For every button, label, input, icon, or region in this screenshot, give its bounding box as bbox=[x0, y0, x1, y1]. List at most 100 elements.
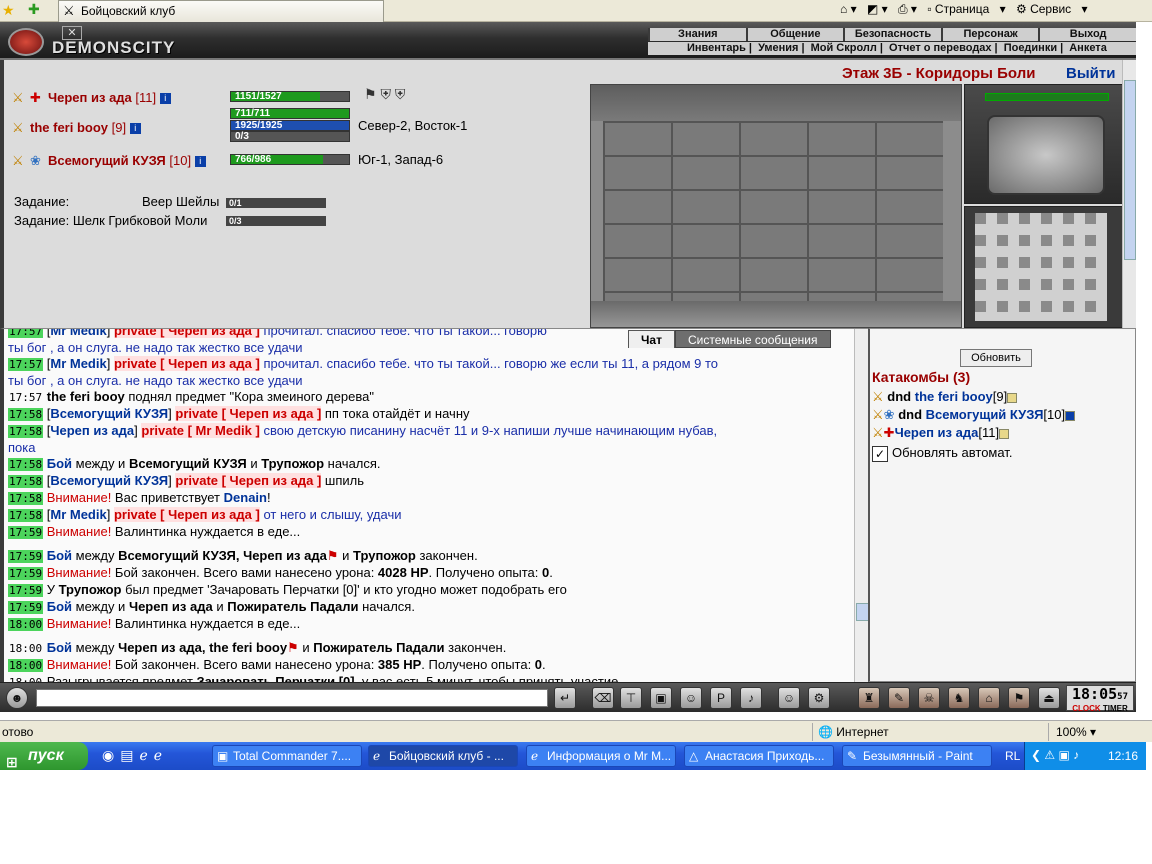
settings-icon[interactable]: ⚙ bbox=[808, 687, 830, 709]
menu-profile[interactable]: Анкета bbox=[1066, 42, 1110, 54]
member-name[interactable]: Череп из ада bbox=[895, 425, 979, 440]
player-name[interactable]: Череп из ада bbox=[48, 90, 132, 105]
mask-icon[interactable]: ☠ bbox=[918, 687, 940, 709]
smiley-icon[interactable]: ☺ bbox=[778, 687, 800, 709]
player-name[interactable]: Всемогущий КУЗЯ bbox=[48, 153, 166, 168]
member-name[interactable]: Всемогущий КУЗЯ bbox=[926, 407, 1044, 422]
browser-tab[interactable]: ⚔ Бойцовский клуб bbox=[58, 0, 384, 22]
start-button[interactable]: ⊞ пуск bbox=[0, 742, 88, 770]
clock-button[interactable]: CLOCK bbox=[1072, 704, 1100, 713]
menu-skills[interactable]: Умения bbox=[755, 42, 801, 54]
flag-icon[interactable]: ⚑ bbox=[1008, 687, 1030, 709]
emote-icon[interactable]: ☺ bbox=[680, 687, 702, 709]
info-icon[interactable]: i bbox=[194, 156, 206, 168]
chat-line: 17:57 the feri booy поднял предмет "Кора… bbox=[9, 389, 374, 404]
clock-time: 18:05 bbox=[1072, 685, 1118, 703]
info-icon[interactable]: i bbox=[159, 93, 171, 105]
hp-text: 1151/1527 bbox=[235, 91, 282, 102]
menu-exit[interactable]: Выход bbox=[1038, 28, 1136, 41]
info-icon[interactable]: i bbox=[129, 123, 141, 135]
scroll-icon[interactable]: ✎ bbox=[888, 687, 910, 709]
taskbar-window[interactable]: ℯ Бойцовский клуб - ... bbox=[368, 745, 518, 767]
dungeon-view[interactable] bbox=[590, 84, 962, 328]
sound-icon[interactable]: ♪ bbox=[740, 687, 762, 709]
player-location: Север-2, Восток-1 bbox=[358, 118, 468, 133]
print-icon[interactable]: ⎙ ▾ bbox=[898, 2, 917, 16]
menu-scroll[interactable]: Мой Скролл bbox=[808, 42, 880, 54]
clan-icon: ✚ bbox=[30, 90, 41, 105]
favorites-star-icon[interactable]: ★ bbox=[2, 2, 15, 19]
tab-system-messages[interactable]: Системные сообщения bbox=[674, 330, 831, 348]
effect-shield-icon[interactable]: ⛨ bbox=[380, 86, 391, 102]
auto-refresh-checkbox[interactable]: ✓ bbox=[872, 445, 888, 462]
exit-link[interactable]: Выйти bbox=[1066, 65, 1115, 82]
tray-icons[interactable]: ❮ ⚠ ▣ ♪ bbox=[1031, 748, 1079, 762]
private-icon[interactable]: P bbox=[710, 687, 732, 709]
main-menu: Знания Общение Безопасность Персонаж Вых… bbox=[648, 28, 1136, 41]
eraser-icon[interactable]: ⌫ bbox=[592, 687, 614, 709]
bag-icon[interactable]: ♜ bbox=[858, 687, 880, 709]
rank-icon: ⚔ bbox=[872, 389, 884, 404]
house-icon[interactable]: ⌂ bbox=[978, 687, 1000, 709]
taskbar-window[interactable]: △ Анастасия Приходь... bbox=[684, 745, 834, 767]
exit-icon[interactable]: ⏏ bbox=[1038, 687, 1060, 709]
quicklaunch-icon[interactable]: ◉ bbox=[102, 747, 114, 763]
chat-tabs: Чат Системные сообщения bbox=[628, 330, 831, 348]
save-icon[interactable]: ▣ bbox=[650, 687, 672, 709]
service-menu[interactable]: ⚙ Сервис ▾ bbox=[1016, 2, 1088, 16]
effects: ⚑ ⛨ ⛨ bbox=[364, 86, 405, 103]
tab-chat[interactable]: Чат bbox=[628, 330, 675, 348]
filter-icon[interactable]: ⊤ bbox=[620, 687, 642, 709]
home-icon[interactable]: ⌂ ▾ bbox=[840, 2, 857, 16]
language-indicator[interactable]: RL bbox=[1005, 749, 1020, 763]
ie-icon[interactable]: ℯ bbox=[154, 747, 162, 763]
clock-seconds: 57 bbox=[1117, 692, 1128, 702]
page-scrollbar[interactable] bbox=[1122, 60, 1136, 328]
room-member: ⚔✚Череп из ада[11] bbox=[872, 425, 1010, 441]
feeds-icon[interactable]: ◩ ▾ bbox=[867, 2, 888, 16]
menu-transfers[interactable]: Отчет о переводах bbox=[886, 42, 995, 54]
info-icon[interactable] bbox=[999, 428, 1010, 439]
menu-character[interactable]: Персонаж bbox=[940, 28, 1039, 41]
smile-menu-icon[interactable]: ☻ bbox=[6, 687, 28, 709]
navigation-compass[interactable] bbox=[964, 84, 1126, 204]
ie-icon[interactable]: ℯ bbox=[139, 747, 147, 763]
game-top-panel: Этаж 3Б - Коридоры Боли Выйти ⚔ ✚ Череп из… bbox=[0, 60, 1136, 328]
helmet-icon[interactable]: ♞ bbox=[948, 687, 970, 709]
menu-security[interactable]: Безопасность bbox=[843, 28, 941, 41]
clan-icon: ❀ bbox=[30, 153, 41, 168]
player-name[interactable]: the feri booy bbox=[30, 120, 108, 135]
effect-shield-icon[interactable]: ⛨ bbox=[395, 86, 406, 102]
chat-line: 18:00 Бой между Череп из ада, the feri b… bbox=[9, 640, 507, 655]
timer-button[interactable]: TIMER bbox=[1103, 704, 1128, 713]
info-icon[interactable] bbox=[1065, 410, 1076, 421]
tray-clock: 12:16 bbox=[1107, 749, 1138, 763]
zoom-level[interactable]: 100% ▾ bbox=[1056, 725, 1096, 739]
compass-icon[interactable] bbox=[987, 115, 1105, 195]
refresh-button[interactable]: Обновить bbox=[960, 349, 1032, 367]
send-icon[interactable]: ↵ bbox=[554, 687, 576, 709]
chat-input[interactable] bbox=[36, 689, 548, 707]
page-menu[interactable]: ▫ Страница ▾ bbox=[927, 2, 1005, 16]
info-icon[interactable] bbox=[1007, 392, 1018, 403]
player-level: [9] bbox=[111, 120, 127, 135]
taskbar-window[interactable]: ▣ Total Commander 7.... bbox=[212, 745, 362, 767]
menu-inventory[interactable]: Инвентарь bbox=[684, 42, 749, 54]
menu-communication[interactable]: Общение bbox=[745, 28, 844, 41]
member-name[interactable]: the feri booy bbox=[915, 389, 993, 404]
task-row: Задание: Шелк Грибковой Моли bbox=[14, 213, 207, 228]
add-favorite-icon[interactable]: ✚ bbox=[28, 1, 40, 18]
chat-scrollbar[interactable] bbox=[854, 329, 868, 682]
player-level: [10] bbox=[169, 153, 192, 168]
effect-flag-icon[interactable]: ⚑ bbox=[364, 86, 377, 102]
taskbar-window[interactable]: ℯ Информация о Mr M... bbox=[526, 745, 676, 767]
menu-knowledge[interactable]: Знания bbox=[648, 28, 746, 41]
hp-bar: 1151/1527 bbox=[230, 91, 350, 102]
quicklaunch-icon[interactable]: ▤ bbox=[120, 747, 133, 763]
game-clock: 18:0557 CLOCK TIMER bbox=[1066, 685, 1134, 713]
taskbar-window[interactable]: ✎ Безымянный - Paint bbox=[842, 745, 992, 767]
menu-duels[interactable]: Поединки bbox=[1001, 42, 1060, 54]
app-icon: △ bbox=[689, 749, 699, 763]
chat-line: ты бог , а он слуга. не надо так жестко … bbox=[8, 373, 303, 388]
party-member: ⚔ ❀ Всемогущий КУЗЯ [10] i bbox=[12, 153, 206, 169]
